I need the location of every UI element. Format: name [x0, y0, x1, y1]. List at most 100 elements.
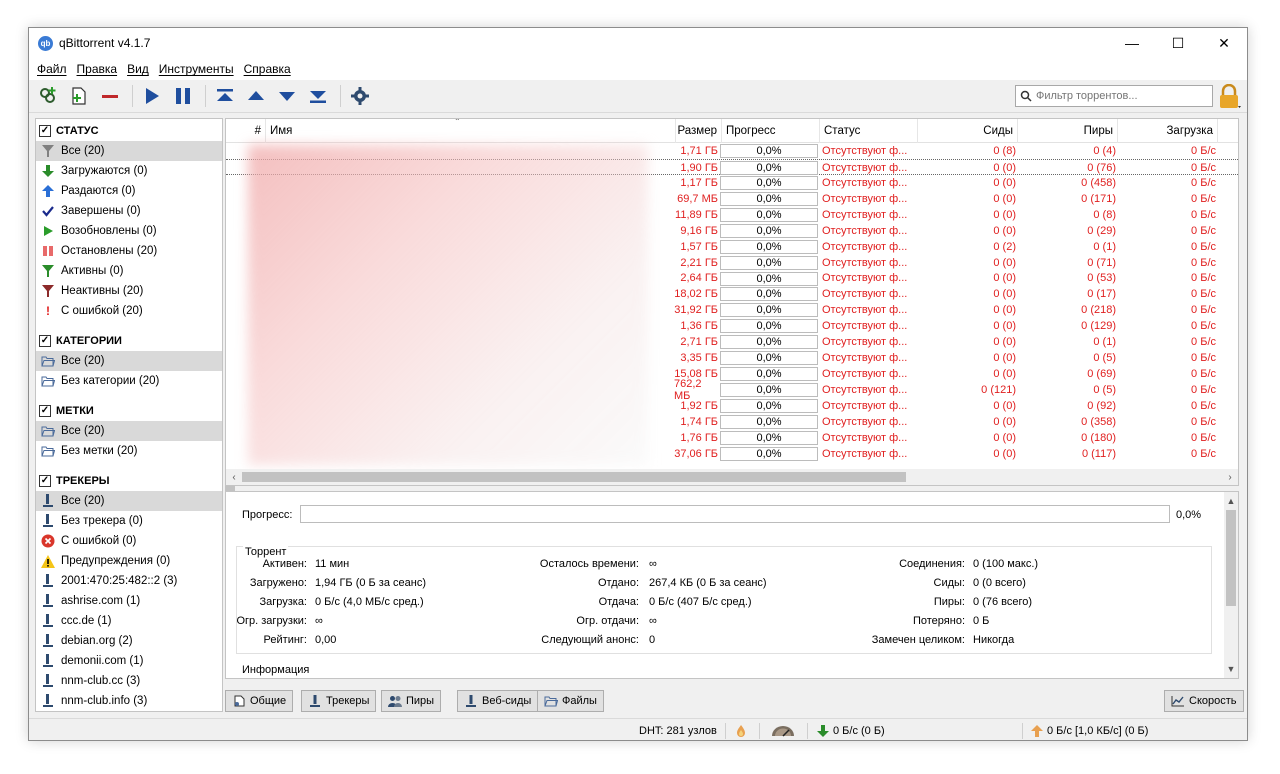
tab-label: Веб-сиды: [482, 695, 532, 707]
categories-section-title: КАТЕГОРИИ: [56, 335, 122, 347]
tracker-filter-item[interactable]: ashrise.com (1): [36, 591, 222, 611]
tracker-filter-item[interactable]: nnm-club.info (3): [36, 691, 222, 711]
move-top-button[interactable]: [212, 83, 238, 109]
tab-trackers[interactable]: Трекеры: [301, 690, 377, 712]
row-download-speed: 0 Б/с: [1191, 272, 1216, 285]
scroll-right-icon[interactable]: ›: [1222, 469, 1238, 485]
column-header-seeds[interactable]: Сиды: [918, 119, 1018, 143]
speed-button[interactable]: Скорость: [1164, 690, 1244, 712]
category-filter-all[interactable]: Все (20): [36, 351, 222, 371]
column-header-num[interactable]: #: [226, 119, 266, 143]
tracker-filter-item[interactable]: debian.org (2): [36, 631, 222, 651]
row-peers: 0 (53): [1087, 272, 1116, 285]
tracker-filter-error[interactable]: С ошибкой (0): [36, 531, 222, 551]
column-header-progress[interactable]: Прогресс: [722, 119, 820, 143]
menu-file[interactable]: Файл: [33, 62, 71, 76]
move-down-button[interactable]: [274, 83, 300, 109]
tags-section-title: МЕТКИ: [56, 405, 94, 417]
status-filter-completed[interactable]: Завершены (0): [36, 201, 222, 221]
tab-peers[interactable]: Пиры: [381, 690, 442, 712]
field-value: 0 Б/с (4,0 МБ/с сред.): [315, 596, 424, 608]
close-button[interactable]: ✕: [1201, 28, 1247, 58]
field-value: 0 (100 макс.): [973, 558, 1039, 570]
row-status: Отсутствуют ф...: [822, 368, 908, 381]
menu-view[interactable]: Вид: [123, 62, 153, 76]
tag-filter-none[interactable]: Без метки (20): [36, 441, 222, 461]
tracker-filter-item[interactable]: ccc.de (1): [36, 611, 222, 631]
field-value: 0 (76 всего): [973, 596, 1033, 608]
row-peers: 0 (17): [1087, 288, 1116, 301]
status-filter-all[interactable]: Все (20): [36, 141, 222, 161]
trackers-section-header[interactable]: ✓ ТРЕКЕРЫ: [36, 471, 222, 491]
progress-label: Прогресс:: [242, 509, 293, 521]
row-status: Отсутствуют ф...: [822, 447, 908, 460]
column-header-size[interactable]: Размер: [676, 119, 722, 143]
tracker-filter-item[interactable]: 2001:470:25:482::2 (3): [36, 571, 222, 591]
menu-tools[interactable]: Инструменты: [155, 62, 238, 76]
move-up-button[interactable]: [243, 83, 269, 109]
properties-panel: Прогресс: 0,0% Торрент Активен: 11 мин Заг…: [225, 491, 1239, 679]
row-download-speed: 0 Б/с: [1191, 240, 1216, 253]
status-filter-seeding[interactable]: Раздаются (0): [36, 181, 222, 201]
row-status: Отсутствуют ф...: [822, 431, 908, 444]
column-header-status[interactable]: Статус: [820, 119, 918, 143]
tab-files[interactable]: Файлы: [537, 690, 604, 712]
scroll-left-icon[interactable]: ‹: [226, 469, 242, 485]
category-filter-none[interactable]: Без категории (20): [36, 371, 222, 391]
scroll-up-icon[interactable]: ▲: [1224, 494, 1238, 508]
exclamation-icon: !: [46, 304, 50, 318]
remove-button[interactable]: [97, 83, 123, 109]
row-seeds: 0 (0): [993, 415, 1016, 428]
settings-button[interactable]: [347, 83, 373, 109]
status-filter-active[interactable]: Активны (0): [36, 261, 222, 281]
scroll-down-icon[interactable]: ▼: [1224, 662, 1238, 676]
add-file-button[interactable]: [66, 83, 92, 109]
tracker-filter-warning[interactable]: Предупреждения (0): [36, 551, 222, 571]
lock-button[interactable]: [1217, 83, 1241, 110]
column-header-download[interactable]: Загрузка: [1118, 119, 1218, 143]
checkbox-icon[interactable]: ✓: [39, 125, 51, 137]
toolbar-separator: [132, 85, 133, 107]
table-horizontal-scrollbar[interactable]: ‹ ›: [226, 469, 1238, 485]
minimize-button[interactable]: —: [1109, 28, 1155, 58]
scrollbar-thumb[interactable]: [1226, 510, 1236, 606]
tag-filter-all[interactable]: Все (20): [36, 421, 222, 441]
move-bottom-button[interactable]: [305, 83, 331, 109]
filter-input[interactable]: [1036, 90, 1201, 102]
status-filter-errored[interactable]: ! С ошибкой (20): [36, 301, 222, 321]
maximize-button[interactable]: ☐: [1155, 28, 1201, 58]
column-header-peers[interactable]: Пиры: [1018, 119, 1118, 143]
tracker-filter-all[interactable]: Все (20): [36, 491, 222, 511]
tracker-icon: [41, 634, 55, 648]
tracker-filter-trackerless[interactable]: Без трекера (0): [36, 511, 222, 531]
scrollbar-thumb[interactable]: [242, 472, 906, 482]
speed-limit-toggle-icon[interactable]: [771, 719, 795, 740]
tab-general[interactable]: Общие: [225, 690, 294, 712]
checkbox-icon[interactable]: ✓: [39, 335, 51, 347]
tab-web-seeds[interactable]: Веб-сиды: [457, 690, 539, 712]
checkbox-icon[interactable]: ✓: [39, 475, 51, 487]
status-filter-resumed[interactable]: Возобновлены (0): [36, 221, 222, 241]
status-filter-inactive[interactable]: Неактивны (20): [36, 281, 222, 301]
status-filter-paused[interactable]: Остановлены (20): [36, 241, 222, 261]
menu-help[interactable]: Справка: [240, 62, 295, 76]
status-filter-downloading[interactable]: Загружаются (0): [36, 161, 222, 181]
connection-status-icon[interactable]: [735, 719, 747, 740]
menu-edit[interactable]: Правка: [73, 62, 122, 76]
field-value: Никогда: [973, 634, 1015, 646]
properties-scrollbar[interactable]: ▲ ▼: [1224, 492, 1238, 678]
tracker-filter-item[interactable]: nnm-club.cc (3): [36, 671, 222, 691]
tracker-icon: [41, 694, 55, 708]
column-header-name[interactable]: Имя: [266, 119, 676, 143]
toolbar-separator: [205, 85, 206, 107]
checkbox-icon[interactable]: ✓: [39, 405, 51, 417]
download-speed-status[interactable]: 0 Б/с (0 Б): [817, 719, 885, 740]
pause-button[interactable]: [170, 83, 196, 109]
upload-speed-status[interactable]: 0 Б/с [1,0 КБ/с] (0 Б): [1031, 719, 1148, 740]
tags-section-header[interactable]: ✓ МЕТКИ: [36, 401, 222, 421]
tracker-filter-item[interactable]: demonii.com (1): [36, 651, 222, 671]
status-section-header[interactable]: ✓ СТАТУС: [36, 121, 222, 141]
add-link-button[interactable]: [35, 83, 61, 109]
resume-button[interactable]: [139, 83, 165, 109]
categories-section-header[interactable]: ✓ КАТЕГОРИИ: [36, 331, 222, 351]
